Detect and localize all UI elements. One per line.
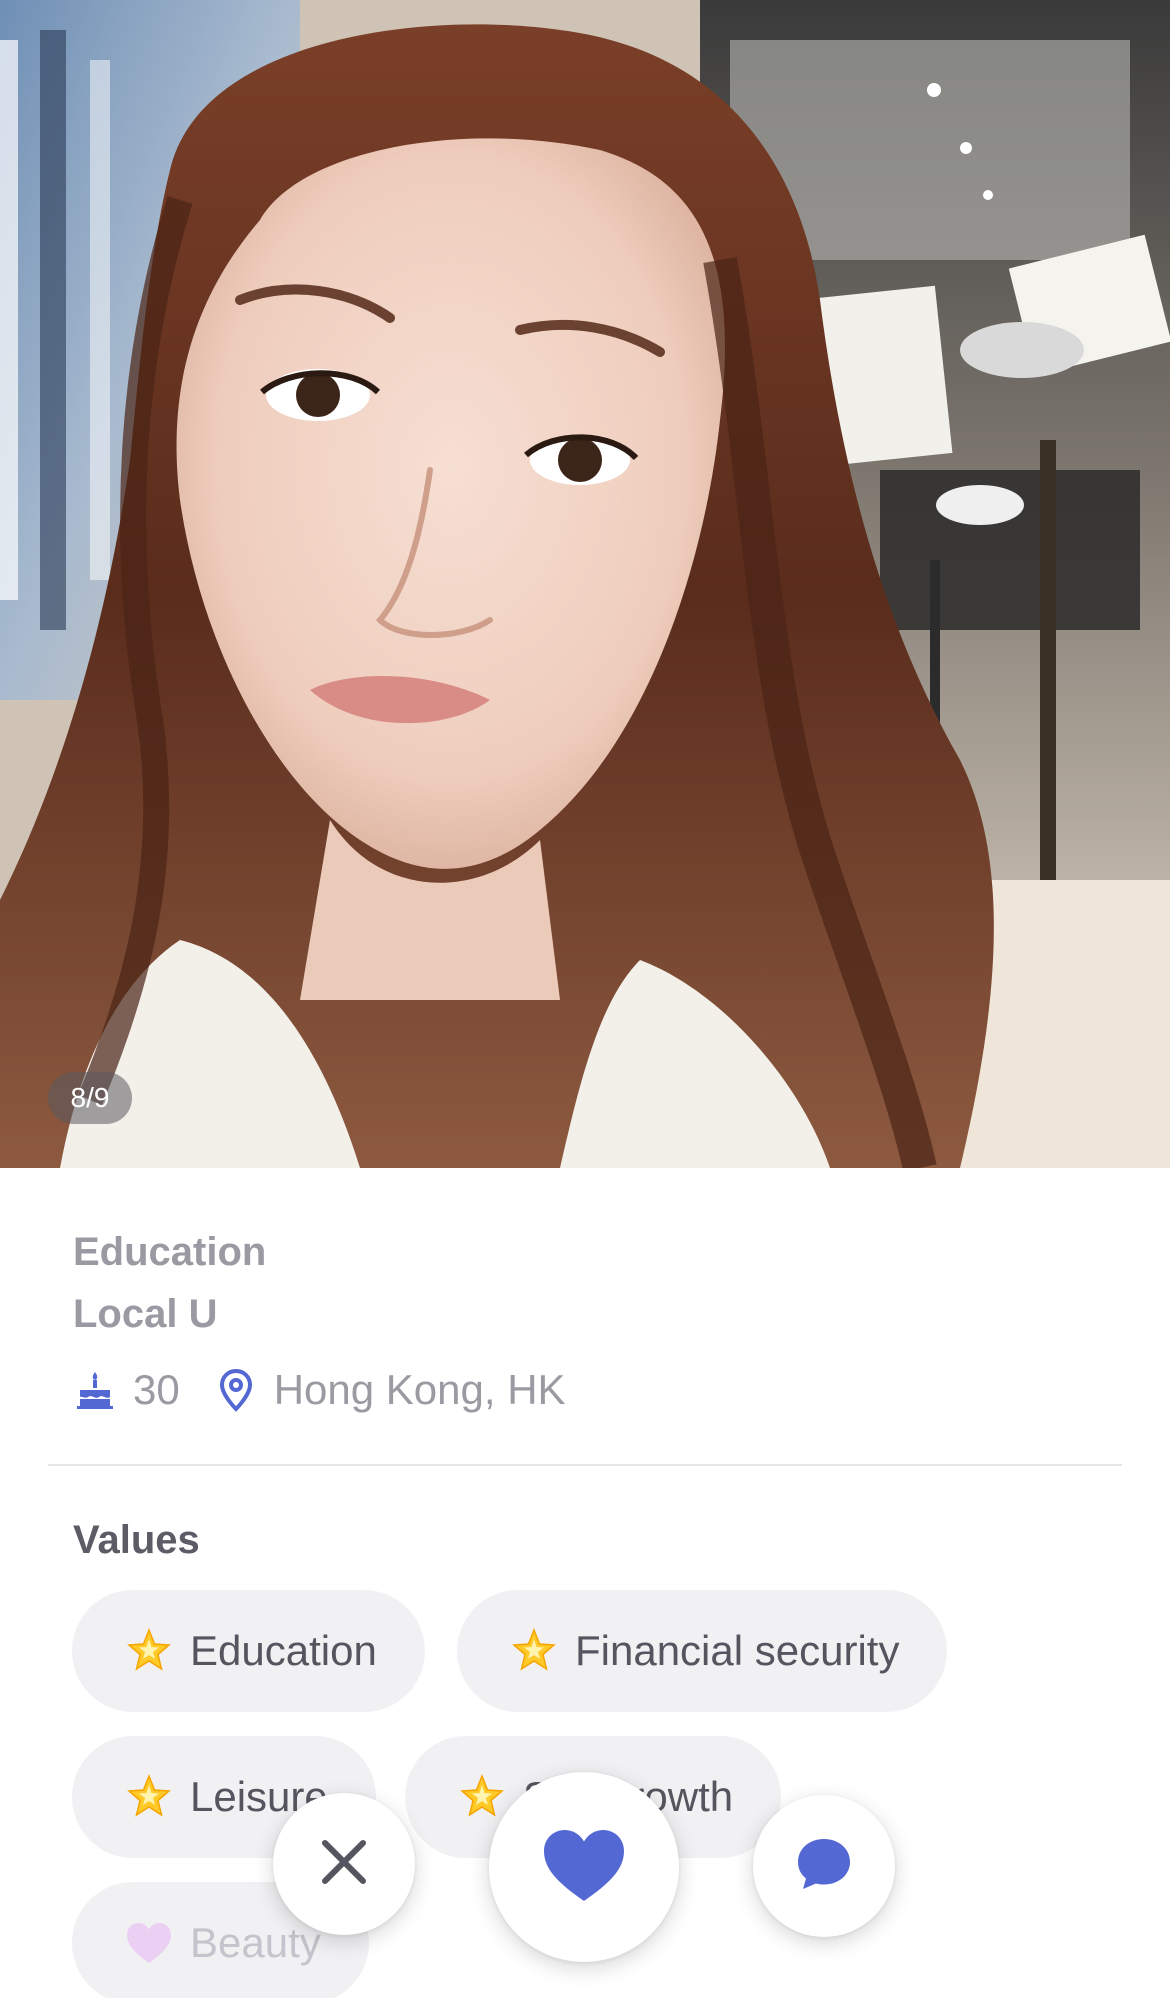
chip-label: Education [190,1627,377,1674]
star-icon [457,1772,507,1822]
location-value: Hong Kong, HK [273,1366,566,1413]
heart-icon [124,1918,174,1968]
chat-button[interactable] [753,1795,895,1937]
value-chip-financial-security: Financial security [457,1590,948,1712]
photo-counter: 8/9 [48,1072,132,1124]
heart-icon [542,1827,626,1908]
chip-label: Financial security [575,1627,900,1674]
star-icon [509,1626,559,1676]
star-icon [124,1772,174,1822]
education-label: Education [73,1230,267,1274]
close-icon [319,1837,369,1892]
divider [48,1464,1122,1466]
photo-illustration [0,0,1170,1168]
birthday-cake-icon [73,1366,117,1414]
meta-row: 30 Hong Kong, HK [73,1364,566,1416]
age-value: 30 [133,1366,180,1413]
chip-label: Beauty [190,1919,321,1966]
like-button[interactable] [489,1772,679,1962]
pass-button[interactable] [273,1793,415,1935]
value-chip-education: Education [72,1590,425,1712]
values-title: Values [73,1518,200,1562]
star-icon [124,1626,174,1676]
chat-bubble-icon [795,1836,853,1897]
profile-photo[interactable]: 8/9 [0,0,1170,1168]
location-pin-icon [214,1366,258,1414]
education-value: Local U [73,1292,218,1336]
